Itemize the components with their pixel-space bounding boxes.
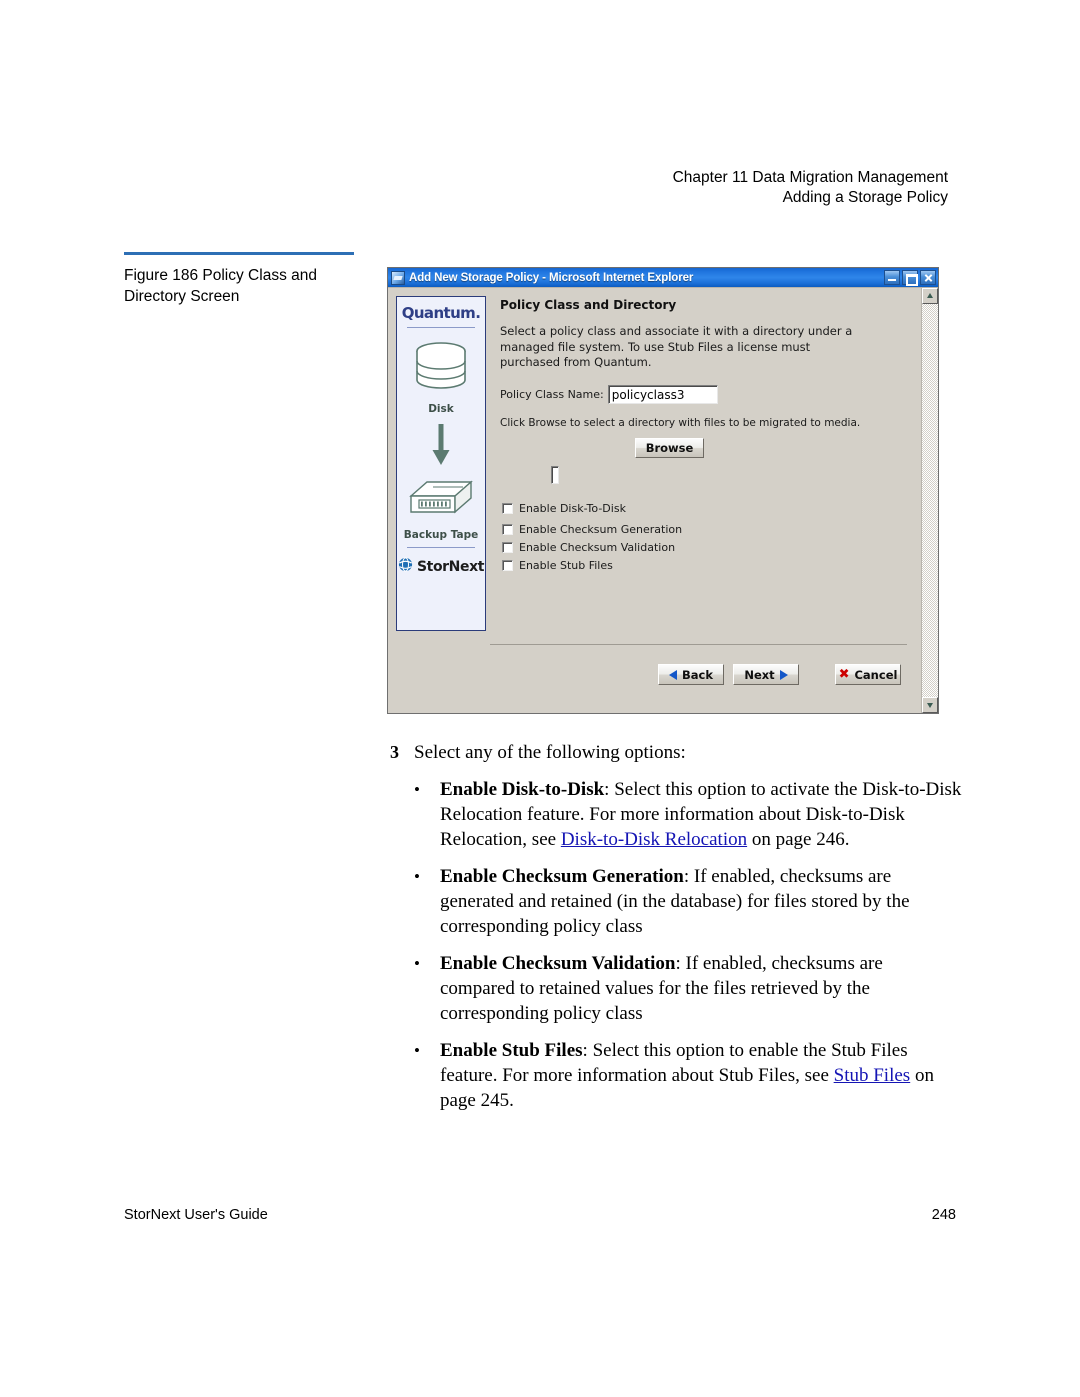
window-title-bar: Add New Storage Policy - Microsoft Inter…	[388, 268, 938, 287]
bullet-text: Enable Checksum Generation: If enabled, …	[440, 864, 962, 939]
checkbox-label-checksum-validation: Enable Checksum Validation	[519, 540, 676, 554]
bullet-tail: on page 246.	[747, 829, 850, 850]
disk-icon	[412, 342, 470, 399]
stornext-label: StorNext	[416, 559, 485, 575]
policy-class-name-input[interactable]: policyclass3	[607, 384, 718, 404]
next-button[interactable]: Next	[733, 664, 799, 685]
browse-hint-text: Click Browse to select a directory with …	[500, 416, 861, 429]
window-controls	[884, 270, 936, 286]
wizard-button-row: Back Next ✖ Cancel	[658, 664, 901, 685]
back-button[interactable]: Back	[658, 664, 724, 685]
page-footer: StorNext User's Guide 248	[124, 1207, 956, 1223]
bullet-text: Enable Stub Files: Select this option to…	[440, 1038, 962, 1113]
checkbox-row-disk-to-disk[interactable]: Enable Disk-To-Disk	[502, 502, 911, 515]
page-header: Chapter 11 Data Migration Management Add…	[673, 168, 948, 207]
window-title: Add New Storage Policy - Microsoft Inter…	[409, 271, 694, 284]
bullet-marker: •	[414, 867, 420, 886]
globe-icon	[398, 557, 413, 577]
step-number: 3	[390, 742, 399, 762]
dialog-content: Policy Class and Directory Select a poli…	[486, 296, 915, 707]
illustration-panel: Quantum. Disk Backup Tape StorNext	[396, 296, 486, 631]
scroll-down-icon[interactable]	[922, 697, 938, 713]
x-mark-icon: ✖	[838, 667, 850, 682]
flow-arrow-icon	[431, 424, 451, 471]
arrow-right-icon	[779, 669, 788, 680]
bullet-marker: •	[414, 954, 420, 973]
policy-class-name-row: Policy Class Name: policyclass3	[500, 384, 911, 404]
stornext-logo: StorNext	[398, 557, 484, 577]
body-copy: 3 Select any of the following options: •…	[390, 740, 962, 1125]
directory-field-row	[551, 465, 860, 484]
figure-caption-block: Figure 186 Policy Class and Directory Sc…	[124, 252, 356, 307]
product-divider	[407, 547, 475, 548]
policy-class-name-label: Policy Class Name:	[500, 387, 604, 401]
bullet-marker: •	[414, 780, 420, 799]
page-header-section: Adding a Storage Policy	[782, 188, 948, 206]
back-button-label: Back	[682, 667, 713, 682]
checkbox-checksum-validation[interactable]	[502, 541, 513, 553]
bullet-item-stub-files: • Enable Stub Files: Select this option …	[390, 1038, 962, 1113]
options-checkbox-list: Enable Disk-To-Disk Enable Checksum Gene…	[502, 502, 911, 572]
bullet-term: Enable Checksum Generation	[440, 866, 684, 887]
browse-button[interactable]: Browse	[634, 437, 705, 458]
bullet-item-checksum-validation: • Enable Checksum Validation: If enabled…	[390, 951, 962, 1026]
figure-rule	[124, 252, 354, 255]
logo-divider	[407, 327, 475, 328]
bullet-text: Enable Disk-to-Disk: Select this option …	[440, 777, 962, 852]
checkbox-label-checksum-generation: Enable Checksum Generation	[519, 522, 683, 536]
footer-guide-title: StorNext User's Guide	[124, 1207, 268, 1223]
button-row-separator	[490, 644, 907, 645]
bullet-term: Enable Disk-to-Disk	[440, 779, 605, 800]
backup-tape-label: Backup Tape	[403, 529, 479, 541]
scroll-up-icon[interactable]	[922, 288, 938, 304]
page-header-chapter: Chapter 11 Data Migration Management	[672, 169, 948, 186]
dialog-description: Select a policy class and associate it w…	[500, 324, 853, 369]
checkbox-stub-files[interactable]	[502, 559, 513, 571]
maximize-icon[interactable]	[902, 270, 918, 286]
checkbox-disk-to-disk[interactable]	[502, 502, 513, 514]
cancel-button[interactable]: ✖ Cancel	[835, 664, 901, 685]
bullet-term: Enable Checksum Validation	[440, 953, 676, 974]
figure-caption-text: Figure 186 Policy Class and Directory Sc…	[124, 266, 317, 305]
dialog-page: Quantum. Disk Backup Tape StorNext Polic…	[388, 287, 921, 713]
footer-page-number: 248	[931, 1207, 956, 1223]
checkbox-checksum-generation[interactable]	[502, 523, 513, 535]
checkbox-label-stub-files: Enable Stub Files	[519, 558, 613, 572]
bullet-text: Enable Checksum Validation: If enabled, …	[440, 951, 962, 1026]
next-button-label: Next	[744, 667, 775, 682]
link-stub-files[interactable]: Stub Files	[834, 1065, 911, 1086]
vertical-scrollbar[interactable]	[921, 287, 938, 713]
bullet-item-disk-to-disk: • Enable Disk-to-Disk: Select this optio…	[390, 777, 962, 852]
link-disk-to-disk-relocation[interactable]: Disk-to-Disk Relocation	[561, 829, 747, 850]
window-client-area: Quantum. Disk Backup Tape StorNext Polic…	[388, 287, 938, 713]
cancel-button-label: Cancel	[854, 667, 898, 682]
checkbox-row-checksum-generation[interactable]: Enable Checksum Generation	[502, 523, 911, 536]
bullet-item-checksum-generation: • Enable Checksum Generation: If enabled…	[390, 864, 962, 939]
minimize-icon[interactable]	[884, 270, 900, 285]
dialog-heading: Policy Class and Directory	[500, 298, 677, 312]
checkbox-label-disk-to-disk: Enable Disk-To-Disk	[519, 501, 626, 515]
close-icon[interactable]	[920, 270, 936, 285]
directory-input[interactable]	[551, 465, 559, 484]
quantum-logo: Quantum.	[401, 304, 481, 322]
bullet-marker: •	[414, 1041, 420, 1060]
checkbox-row-stub-files[interactable]: Enable Stub Files	[502, 559, 911, 572]
step-3: 3 Select any of the following options:	[390, 740, 962, 765]
arrow-left-icon	[669, 669, 677, 680]
checkbox-row-checksum-validation[interactable]: Enable Checksum Validation	[502, 541, 911, 554]
internet-explorer-icon	[391, 270, 405, 285]
browse-button-row: Browse	[500, 437, 911, 458]
disk-label: Disk	[428, 403, 454, 415]
step-text: Select any of the following options:	[414, 742, 686, 763]
backup-tape-icon	[407, 478, 475, 525]
browser-window: Add New Storage Policy - Microsoft Inter…	[387, 267, 939, 714]
bullet-term: Enable Stub Files	[440, 1040, 583, 1061]
